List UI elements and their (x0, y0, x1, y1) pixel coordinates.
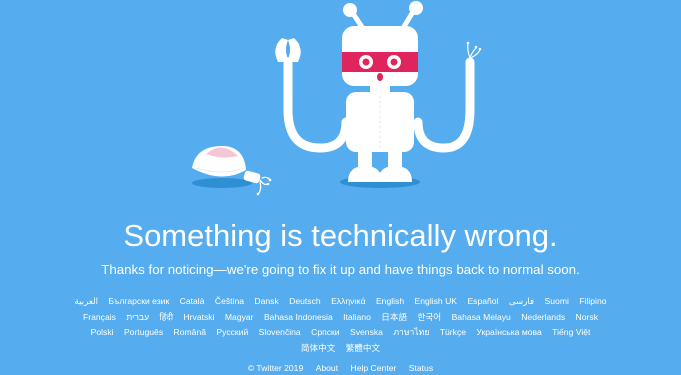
robot-mouth (377, 73, 383, 81)
language-link[interactable]: Magyar (225, 312, 254, 322)
language-list: العربية Български език Català Čeština Da… (55, 294, 626, 356)
language-link[interactable]: Ελληνικά (331, 296, 365, 306)
language-link[interactable]: 한국어 (417, 312, 441, 322)
language-link[interactable]: فارسی (509, 296, 534, 306)
language-link[interactable]: 日本語 (381, 312, 407, 322)
language-link[interactable]: Română (174, 327, 206, 337)
error-headline: Something is technically wrong. (123, 218, 558, 253)
language-link[interactable]: Українська мова (476, 327, 541, 337)
help-center-link[interactable]: Help Center (351, 363, 397, 373)
language-link[interactable]: Català (180, 296, 205, 306)
language-link[interactable]: العربية (74, 296, 98, 306)
ground-wires (257, 176, 271, 195)
robot-left-arm (283, 57, 351, 153)
language-link[interactable]: Српски (311, 327, 340, 337)
language-link[interactable]: Bahasa Melayu (452, 312, 511, 322)
language-link[interactable]: Norsk (576, 312, 598, 322)
language-link[interactable]: ภาษาไทย (393, 327, 429, 337)
error-subtext: Thanks for noticing—we're going to fix i… (101, 262, 580, 277)
language-link[interactable]: Suomi (545, 296, 569, 306)
language-link[interactable]: Bahasa Indonesia (264, 312, 333, 322)
language-link[interactable]: עברית (126, 312, 149, 322)
language-link[interactable]: Italiano (343, 312, 371, 322)
broken-robot-illustration (192, 1, 482, 196)
language-link[interactable]: Русский (216, 327, 248, 337)
language-link[interactable]: 繁體中文 (346, 343, 380, 353)
language-link[interactable]: 简体中文 (301, 343, 335, 353)
language-link[interactable]: Čeština (215, 296, 244, 306)
broken-wires (467, 43, 481, 59)
language-link[interactable]: Polski (91, 327, 114, 337)
about-link[interactable]: About (316, 363, 338, 373)
language-link[interactable]: Español (467, 296, 498, 306)
status-link[interactable]: Status (409, 363, 433, 373)
language-link[interactable]: Türkçe (440, 327, 466, 337)
language-link[interactable]: Français (83, 312, 116, 322)
hand-shadow (192, 178, 252, 188)
copyright-text: © Twitter 2019 (247, 363, 304, 373)
language-link[interactable]: Nederlands (521, 312, 565, 322)
footer: © Twitter 2019 About Help Center Status (0, 361, 681, 375)
language-link[interactable]: Slovenčina (259, 327, 301, 337)
language-link[interactable]: Deutsch (289, 296, 321, 306)
language-link[interactable]: Български език (108, 296, 169, 306)
language-link[interactable]: Filipino (579, 296, 606, 306)
language-link[interactable]: हिंदी (159, 312, 173, 322)
language-link[interactable]: Svenska (350, 327, 383, 337)
language-link[interactable]: Hrvatski (183, 312, 214, 322)
language-link[interactable]: Tiếng Việt (552, 327, 590, 337)
robot-right-arm (413, 57, 475, 153)
language-link[interactable]: English UK (415, 296, 458, 306)
robot-visor (342, 52, 418, 72)
language-link[interactable]: Dansk (254, 296, 278, 306)
language-link[interactable]: English (376, 296, 404, 306)
robot-left-foot (348, 166, 382, 182)
robot-right-foot (378, 166, 412, 182)
language-link[interactable]: Português (124, 327, 163, 337)
